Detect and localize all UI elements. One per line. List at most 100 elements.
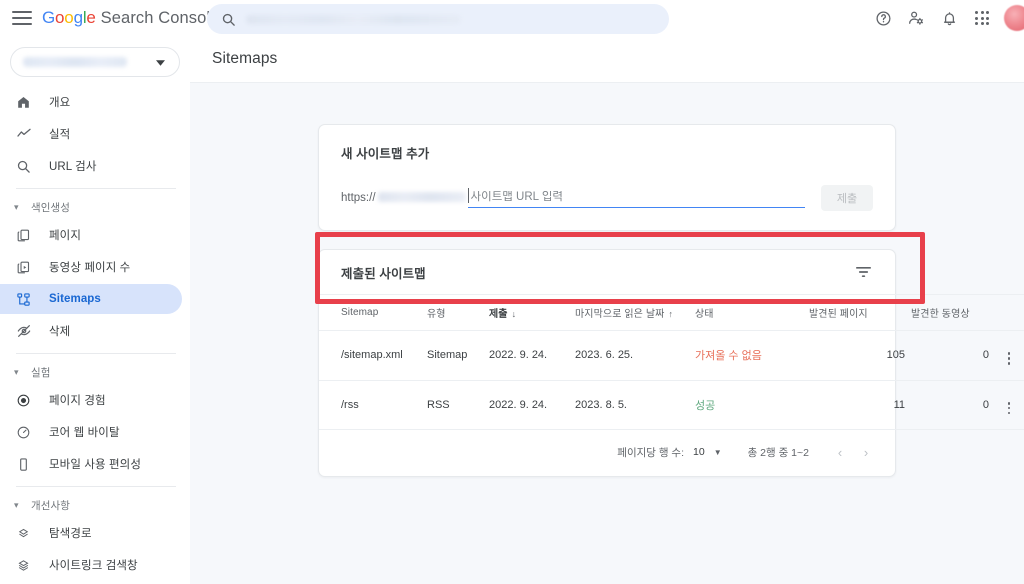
content-area: 새 사이트맵 추가 https:// 제출 제출된 사이트맵 [190,83,1024,478]
rows-per-page-value[interactable]: 10 [693,446,705,458]
sidebar-section-label: 실험 [31,366,51,379]
sidebar-item-video-pages[interactable]: 동영상 페이지 수 [0,252,182,282]
sidebar-item-label: 사이트링크 검색창 [49,560,138,572]
url-prefix: https:// [341,192,466,208]
column-header-videos-found[interactable]: 발견한 동영상 [905,294,989,331]
avatar[interactable] [1004,5,1024,31]
sidebar-item-label: 페이지 경험 [49,395,106,407]
sidebar-section-indexing[interactable]: ▾ 색인생성 [0,196,190,218]
apps-grid-icon[interactable] [967,3,997,33]
hamburger-menu-icon[interactable] [12,11,32,25]
sidebar-item-core-web-vitals[interactable]: 코어 웹 바이탈 [0,417,182,447]
kebab-menu-icon[interactable] [1007,401,1011,415]
table-row[interactable]: /sitemap.xml Sitemap 2022. 9. 24. 2023. … [319,330,1024,381]
cell-actions [989,330,1024,381]
add-sitemap-card: 새 사이트맵 추가 https:// 제출 [318,124,896,231]
sidebar-section-experience[interactable]: ▾ 실험 [0,361,190,383]
sidebar-item-label: URL 검사 [49,161,97,173]
cell-sitemap[interactable]: /rss [319,380,427,431]
mobile-phone-icon [14,455,33,474]
sitemap-icon [14,290,33,309]
sort-arrow-down-icon: ↓ [511,309,517,319]
search-placeholder-redacted [246,14,461,24]
table-header-row: Sitemap 유형 제출 ↓ 마지막으로 읽은 날짜 ↑ 상태 발견된 페이지 발… [319,294,1024,331]
video-page-icon [14,258,33,277]
sitemaps-table: Sitemap 유형 제출 ↓ 마지막으로 읽은 날짜 ↑ 상태 발견된 페이지 발… [319,294,1024,431]
divider [16,188,176,189]
add-sitemap-title: 새 사이트맵 추가 [341,147,430,161]
cell-videos-found: 0 [905,380,989,431]
sidebar-item-overview[interactable]: 개요 [0,87,182,117]
main-content: Sitemaps 새 사이트맵 추가 https:// 제출 [190,36,1024,584]
sidebar-item-sitelinks-searchbox[interactable]: 사이트링크 검색창 [0,550,182,580]
sidebar-item-removals[interactable]: 삭제 [0,316,182,346]
submitted-sitemaps-title: 제출된 사이트맵 [341,266,426,281]
column-label: 마지막으로 읽은 날짜 [575,309,665,320]
text-cursor [467,188,469,203]
pagination-range: 총 2행 중 1~2 [747,446,809,459]
eye-off-icon [14,322,33,341]
cell-type: Sitemap [427,330,489,381]
breadcrumb-icon [14,524,33,543]
sidebar-item-pages[interactable]: 페이지 [0,220,182,250]
help-icon[interactable] [868,3,898,33]
performance-chart-icon [14,125,33,144]
cell-pages-found: 11 [803,380,905,431]
submit-button[interactable]: 제출 [821,185,873,211]
sidebar-item-label: 페이지 [49,230,82,242]
core-web-vitals-icon [14,423,33,442]
cell-last-read: 2023. 6. 25. [575,330,695,381]
sidebar-item-mobile-usability[interactable]: 모바일 사용 편의성 [0,449,182,479]
google-wordmark: Google [42,8,96,27]
sidebar-item-sitemaps[interactable]: Sitemaps [0,284,182,314]
pages-icon [14,226,33,245]
column-header-pages-found[interactable]: 발견된 페이지 [803,294,905,331]
sidebar-item-label: 탐색경로 [49,528,92,540]
sitelinks-searchbox-icon [14,556,33,575]
account-settings-icon[interactable] [901,3,931,33]
divider [16,486,176,487]
sidebar-item-performance[interactable]: 실적 [0,119,182,149]
sidebar-item-url-inspection[interactable]: URL 검사 [0,151,182,181]
sidebar-section-enhancements[interactable]: ▾ 개선사항 [0,494,190,516]
sidebar-item-label: 모바일 사용 편의성 [49,459,142,471]
search-icon [14,157,33,176]
sidebar-group-main: 개요 실적 URL 검사 [0,87,190,181]
sidebar-section-label: 개선사항 [31,499,71,512]
top-bar-icons [868,0,1024,36]
column-label: 발견된 페이지 [809,309,868,320]
column-header-actions [989,294,1024,331]
sitemap-url-field [467,187,805,208]
cell-sitemap[interactable]: /sitemap.xml [319,330,427,381]
sidebar-item-page-experience[interactable]: 페이지 경험 [0,385,182,415]
column-header-last-read[interactable]: 마지막으로 읽은 날짜 ↑ [575,294,695,331]
sidebar-item-breadcrumbs[interactable]: 탐색경로 [0,518,182,548]
cell-last-read: 2023. 8. 5. [575,380,695,431]
column-header-status[interactable]: 상태 [695,294,803,331]
chevron-down-icon [156,53,165,71]
sidebar-item-label: 개요 [49,97,71,109]
previous-page-button[interactable]: ‹ [827,445,853,460]
cell-pages-found: 105 [803,330,905,381]
brand-logo[interactable]: Google Search Console [42,8,219,28]
property-selector[interactable] [10,47,180,77]
chevron-down-icon[interactable]: ▼ [714,448,722,457]
domain-redacted [377,192,466,202]
product-name: Search Console [100,9,220,27]
column-header-type[interactable]: 유형 [427,294,489,331]
next-page-button[interactable]: › [853,445,879,460]
pagination: 페이지당 행 수: 10 ▼ 총 2행 중 1~2 ‹ › [319,430,895,474]
filter-icon[interactable] [850,260,877,284]
column-label: Sitemap [341,307,379,318]
table-row[interactable]: /rss RSS 2022. 9. 24. 2023. 8. 5. 성공 11 … [319,380,1024,431]
notifications-bell-icon[interactable] [934,3,964,33]
kebab-menu-icon[interactable] [1007,352,1011,365]
submitted-sitemaps-header: 제출된 사이트맵 [319,250,895,294]
column-label: 상태 [695,309,714,320]
sitemap-url-input[interactable] [467,191,805,208]
sidebar-section-label: 색인생성 [31,201,71,214]
column-header-sitemap[interactable]: Sitemap [319,294,427,331]
search-input[interactable] [207,4,669,34]
column-header-submitted[interactable]: 제출 ↓ [489,294,575,331]
cell-status: 성공 [695,380,803,431]
